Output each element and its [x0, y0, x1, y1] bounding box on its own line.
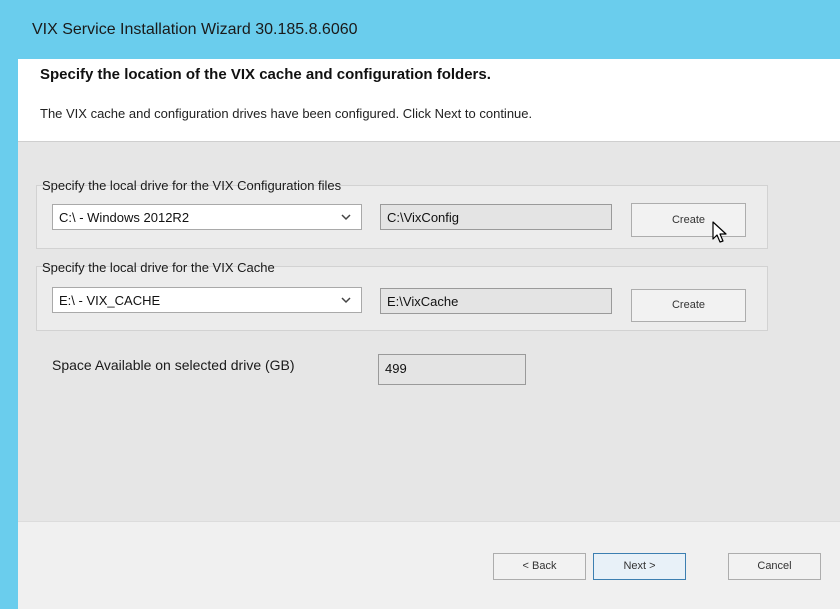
chevron-down-icon: [341, 214, 351, 221]
mouse-cursor-icon: [712, 221, 727, 243]
cache-folder-field[interactable]: E:\VixCache: [380, 288, 612, 314]
cancel-button[interactable]: Cancel: [728, 553, 821, 580]
cache-drive-value: E:\ - VIX_CACHE: [59, 293, 161, 308]
space-available-field: 499: [378, 354, 526, 385]
chevron-down-icon: [341, 297, 351, 304]
window-title: VIX Service Installation Wizard 30.185.8…: [32, 21, 358, 38]
page-title: Specify the location of the VIX cache an…: [40, 66, 491, 83]
config-create-label: Create: [671, 214, 706, 226]
next-button-label: Next >: [623, 560, 656, 572]
wizard-footer: [18, 521, 840, 609]
config-folder-value: C:\VixConfig: [387, 210, 460, 225]
space-available-value: 499: [385, 361, 407, 376]
page-subtitle: The VIX cache and configuration drives h…: [40, 106, 533, 121]
cache-create-button[interactable]: Create: [631, 289, 746, 322]
cancel-button-label: Cancel: [757, 560, 792, 572]
title-bar[interactable]: VIX Service Installation Wizard 30.185.8…: [0, 0, 840, 59]
config-create-button[interactable]: Create: [631, 203, 746, 237]
config-drive-label: Specify the local drive for the VIX Conf…: [42, 178, 342, 193]
space-available-label: Space Available on selected drive (GB): [52, 357, 295, 373]
config-drive-select[interactable]: C:\ - Windows 2012R2: [52, 204, 362, 230]
cache-drive-select[interactable]: E:\ - VIX_CACHE: [52, 287, 362, 313]
config-drive-value: C:\ - Windows 2012R2: [59, 210, 190, 225]
window-frame-left: [0, 59, 18, 609]
next-button[interactable]: Next >: [593, 553, 686, 580]
cache-folder-value: E:\VixCache: [387, 294, 459, 309]
back-button-label: < Back: [522, 560, 557, 572]
cache-create-label: Create: [671, 299, 706, 311]
back-button[interactable]: < Back: [493, 553, 586, 580]
config-folder-field[interactable]: C:\VixConfig: [380, 204, 612, 230]
cache-drive-label: Specify the local drive for the VIX Cach…: [42, 260, 275, 275]
wizard-window: VIX Service Installation Wizard 30.185.8…: [0, 0, 840, 609]
